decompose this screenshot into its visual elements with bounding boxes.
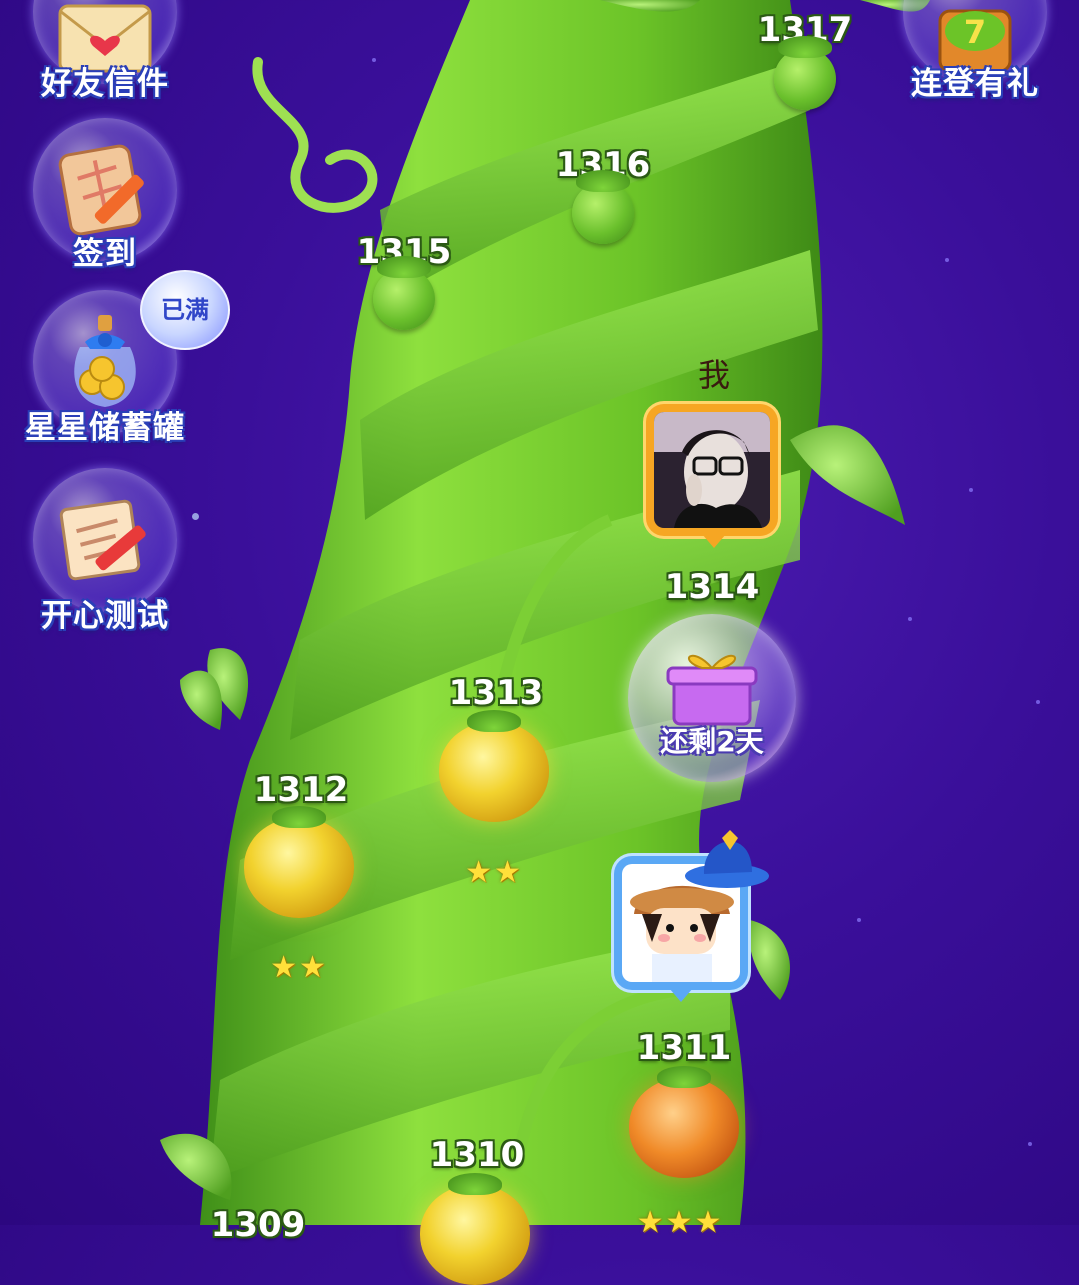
pod-cap — [377, 256, 431, 278]
level-1313-label: 1313 — [448, 673, 544, 713]
level-1314-gift-bubble[interactable]: 还剩2天 — [628, 614, 796, 782]
menu-friend-mail[interactable]: 好友信件 — [20, 0, 190, 102]
player-avatar[interactable] — [646, 404, 778, 548]
level-1312-node[interactable] — [244, 806, 354, 918]
menu-login-gift[interactable]: 7 连登有礼 — [890, 0, 1060, 102]
level-1313-node[interactable] — [439, 710, 549, 822]
friend-avatar[interactable] — [614, 830, 769, 1002]
level-1309-label: 1309 — [210, 1205, 306, 1245]
star-jar-label: 星星储蓄罐 — [25, 410, 185, 446]
scroll-pencil-icon — [59, 499, 146, 581]
pod-cap — [448, 1173, 502, 1195]
pod-cap — [467, 710, 521, 732]
level-1311-node[interactable] — [629, 1066, 739, 1178]
friend-mail-label: 好友信件 — [41, 66, 169, 102]
svg-text:7: 7 — [964, 13, 986, 51]
gift-countdown-text: 还剩2天 — [660, 725, 764, 758]
menu-happy-test[interactable]: 开心测试 — [20, 468, 190, 634]
level-1313-stars: ★★ — [465, 855, 523, 890]
level-1314-label: 1314 — [664, 567, 760, 607]
calendar-pencil-icon — [58, 144, 144, 236]
level-1311-stars: ★★★ — [636, 1205, 724, 1240]
checkin-label: 签到 — [73, 236, 137, 272]
level-1316-node[interactable] — [572, 170, 634, 244]
friend-avatar-pointer — [669, 988, 693, 1002]
player-avatar-pointer — [702, 534, 726, 548]
pod-cap — [778, 36, 832, 58]
pod-cap — [657, 1066, 711, 1088]
level-1315-node[interactable] — [373, 256, 435, 330]
pod-cap — [272, 806, 326, 828]
level-1310-node[interactable] — [420, 1173, 530, 1285]
gift-box-icon — [666, 654, 758, 726]
level-1310-label: 1310 — [429, 1135, 525, 1175]
level-1312-stars: ★★ — [270, 950, 328, 985]
player-photo — [654, 412, 770, 528]
level-1312-label: 1312 — [253, 770, 349, 810]
player-label: 我 — [697, 356, 731, 394]
login-gift-label: 连登有礼 — [911, 66, 1039, 102]
level-1311-label: 1311 — [636, 1028, 732, 1068]
blue-hat-icon — [685, 830, 769, 888]
star-jar-full-badge: 已满 — [140, 270, 230, 350]
happy-test-label: 开心测试 — [41, 598, 169, 634]
menu-checkin[interactable]: 签到 — [20, 118, 190, 272]
level-1317-node[interactable] — [774, 36, 836, 110]
pod-cap — [576, 170, 630, 192]
